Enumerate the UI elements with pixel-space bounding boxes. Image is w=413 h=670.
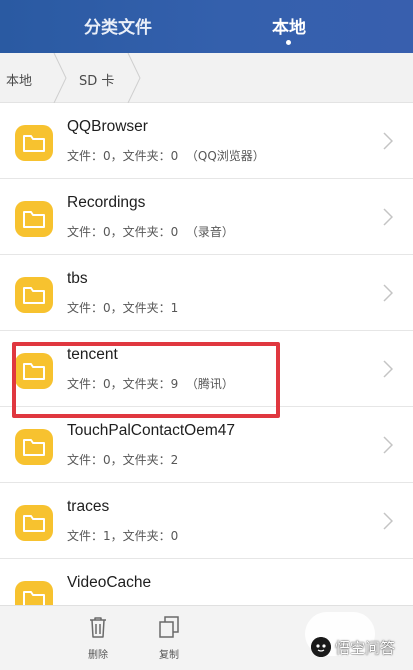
folder-icon [15,125,53,161]
watermark-text: 悟空问答 [335,639,396,657]
chevron-right-icon [383,284,393,302]
breadcrumb-separator-icon [53,53,67,103]
folder-name: traces [67,498,110,515]
active-tab-indicator [286,40,291,45]
breadcrumb-item-local[interactable]: 本地 [6,70,32,89]
folder-name: Recordings [67,194,146,211]
breadcrumb: 本地 SD 卡 [0,53,413,103]
folder-row-tbs[interactable]: tbs 文件：0，文件夹：1 [0,255,413,331]
folder-row-traces[interactable]: traces 文件：1，文件夹：0 [0,483,413,559]
chevron-right-icon [383,360,393,378]
folder-name: tbs [67,270,88,287]
tab-local[interactable]: 本地 [272,13,306,38]
folder-meta: 文件：1，文件夹：0 [67,529,179,543]
folder-icon [15,429,53,465]
folder-row-qqbrowser[interactable]: QQBrowser 文件：0，文件夹：0 （QQ浏览器） [0,103,413,179]
tab-categories[interactable]: 分类文件 [84,13,152,38]
delete-button[interactable]: 删除 [73,606,123,670]
top-tab-bar: 分类文件 本地 [0,0,413,53]
copy-icon [159,616,179,638]
breadcrumb-item-sd-card[interactable]: SD 卡 [79,70,114,89]
wukong-logo-icon [311,637,331,657]
folder-row-videocache[interactable]: VideoCache [0,559,413,605]
folder-icon [15,581,53,605]
folder-name: TouchPalContactOem47 [67,422,236,439]
highlight-box [12,342,280,418]
folder-name: QQBrowser [67,118,148,135]
folder-icon [15,201,53,237]
folder-meta: 文件：0，文件夹：2 [67,453,179,467]
chevron-right-icon [383,132,393,150]
folder-meta: 文件：0，文件夹：1 [67,301,179,315]
folder-icon [15,505,53,541]
folder-meta: 文件：0，文件夹：0 （录音） [67,225,234,239]
folder-row-touchpal[interactable]: TouchPalContactOem47 文件：0，文件夹：2 [0,407,413,483]
copy-label: 复制 [159,650,179,661]
folder-name: VideoCache [67,574,152,591]
chevron-right-icon [383,208,393,226]
copy-button[interactable]: 复制 [144,606,194,670]
folder-meta: 文件：0，文件夹：0 （QQ浏览器） [67,149,265,163]
chevron-right-icon [383,512,393,530]
delete-label: 删除 [88,650,108,661]
folder-icon [15,277,53,313]
chevron-right-icon [383,436,393,454]
trash-icon [90,617,106,638]
folder-row-recordings[interactable]: Recordings 文件：0，文件夹：0 （录音） [0,179,413,255]
breadcrumb-separator-icon [127,53,141,103]
